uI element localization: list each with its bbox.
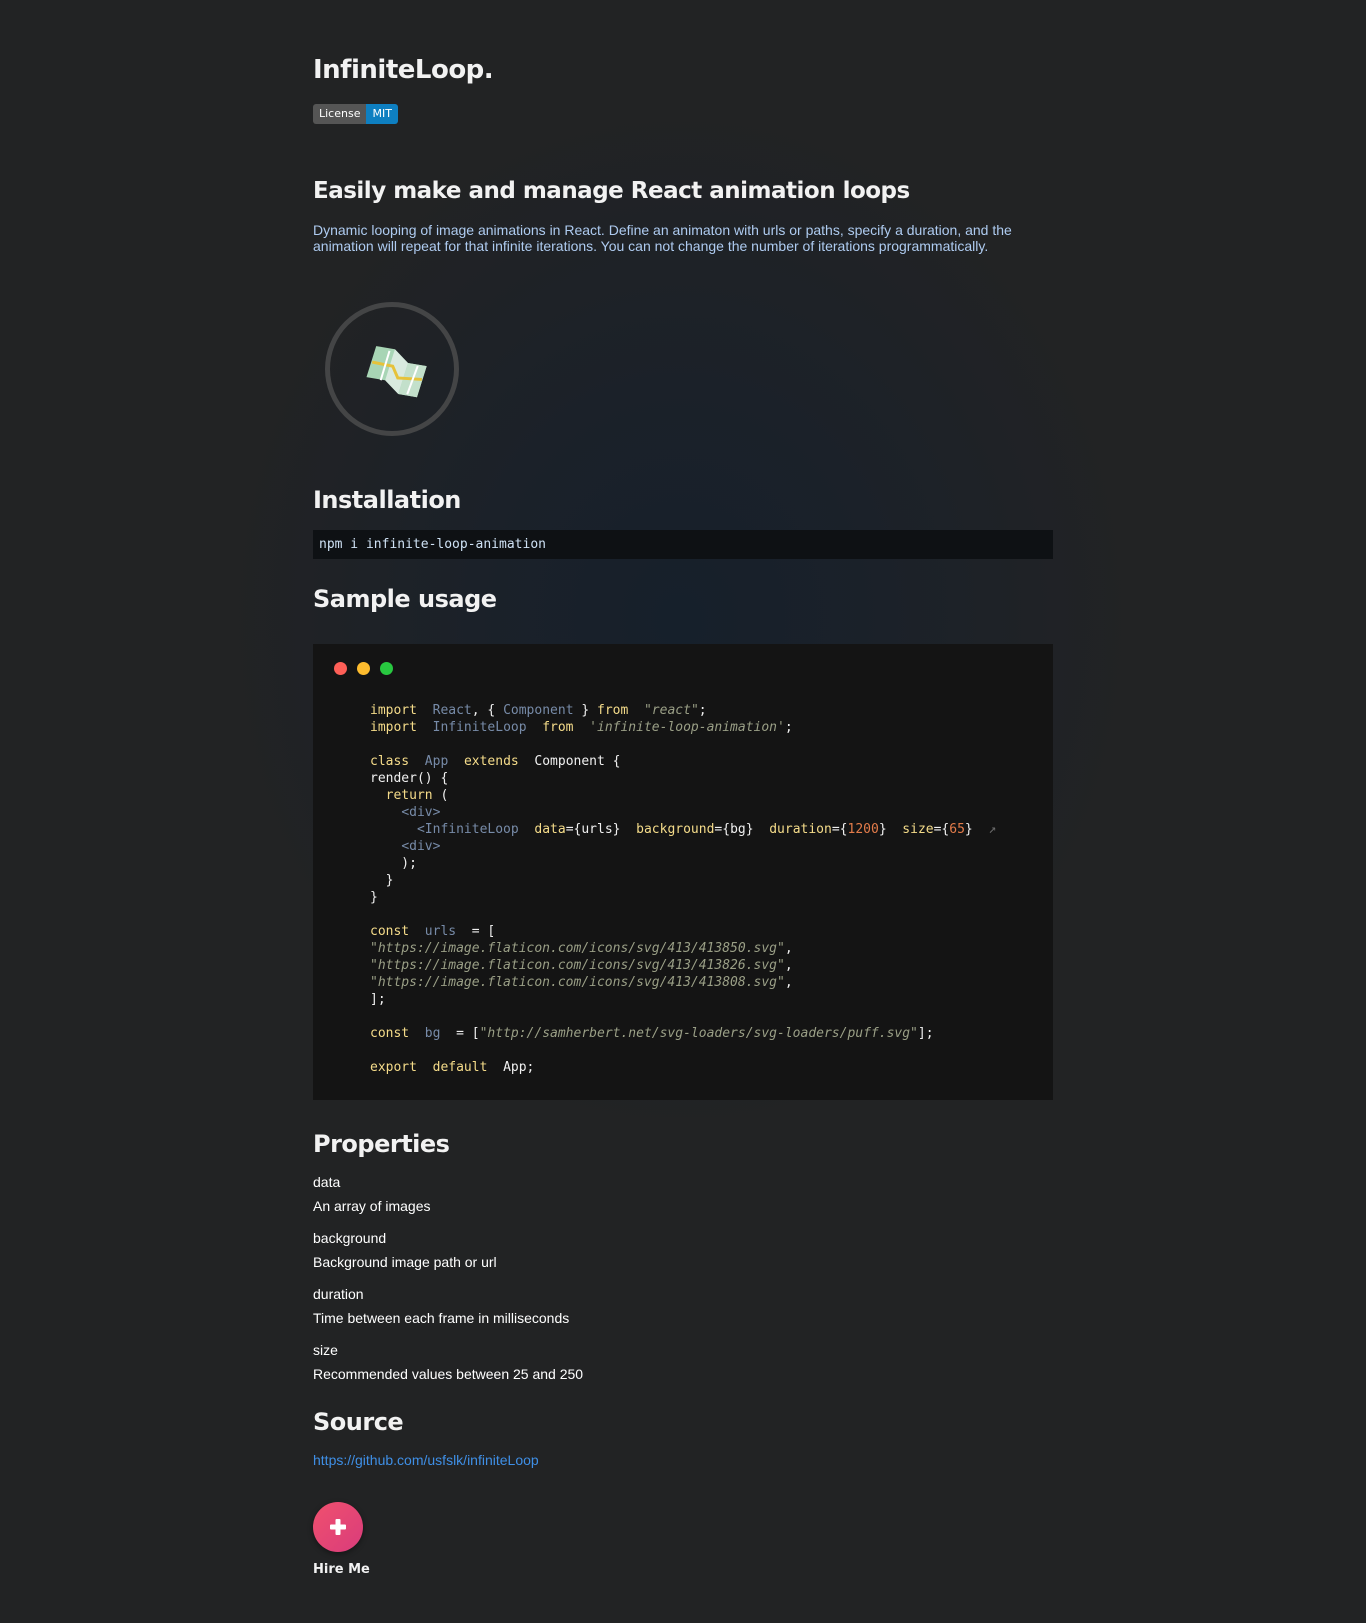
property-name: data — [313, 1174, 341, 1190]
hire-me-label[interactable]: Hire Me — [313, 1562, 370, 1577]
page-title: InfiniteLoop. — [313, 55, 494, 85]
code-block: import React, { Component } from "react"… — [370, 703, 997, 1075]
hire-me-button[interactable] — [313, 1502, 363, 1552]
property-description: Background image path or url — [313, 1254, 497, 1270]
license-badge-value: MIT — [366, 104, 398, 124]
source-heading: Source — [313, 1408, 404, 1436]
window-controls — [334, 662, 393, 675]
intro-heading: Easily make and manage React animation l… — [313, 178, 910, 204]
property-description: Time between each frame in milliseconds — [313, 1310, 570, 1326]
loop-preview — [325, 302, 459, 436]
property-description: An array of images — [313, 1198, 431, 1214]
sample-usage-heading: Sample usage — [313, 585, 497, 613]
license-badge-label: License — [313, 104, 367, 124]
install-command[interactable]: npm i infinite-loop-animation — [313, 530, 1053, 559]
close-dot — [334, 662, 347, 675]
minimize-dot — [357, 662, 370, 675]
property-description: Recommended values between 25 and 250 — [313, 1366, 584, 1382]
intro-description: Dynamic looping of image animations in R… — [313, 222, 1012, 254]
maximize-dot — [380, 662, 393, 675]
property-name: size — [313, 1342, 338, 1358]
source-link[interactable]: https://github.com/usfslk/infiniteLoop — [313, 1452, 539, 1468]
property-name: background — [313, 1230, 387, 1246]
property-name: duration — [313, 1286, 364, 1302]
plus-icon — [330, 1519, 346, 1535]
properties-heading: Properties — [313, 1130, 450, 1158]
map-icon — [366, 346, 427, 398]
code-window: import React, { Component } from "react"… — [313, 644, 1053, 1100]
installation-heading: Installation — [313, 486, 461, 514]
license-badge[interactable]: License MIT — [313, 104, 398, 124]
